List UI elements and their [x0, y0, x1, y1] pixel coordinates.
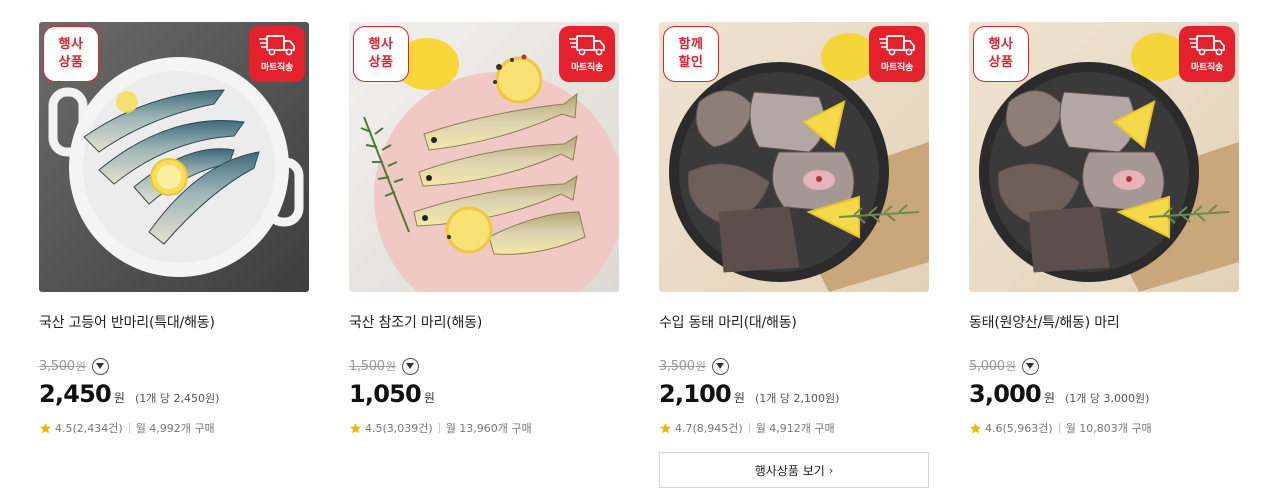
sale-price-row: 1,050 원: [349, 380, 445, 408]
event-badge-line2: 할인: [678, 55, 704, 70]
mart-delivery-badge: 마트직송: [249, 26, 305, 82]
event-badge-line1: 행사: [58, 37, 84, 52]
unit-price: (1개 당 2,450원): [134, 392, 220, 405]
price-detail-toggle[interactable]: [711, 357, 729, 375]
sale-price-row: 3,000 원 (1개 당 3,000원): [969, 380, 1149, 408]
chevron-down-icon: [1026, 363, 1035, 369]
original-price-unit: 원: [385, 360, 396, 373]
chevron-down-icon: [406, 363, 415, 369]
sale-price-unit: 원: [1043, 391, 1055, 405]
rating-text: 4.5(3,039건): [365, 422, 433, 435]
sale-price-row: 2,450 원 (1개 당 2,450원): [39, 380, 219, 408]
rating-text: 4.6(5,963건): [985, 422, 1053, 435]
monthly-purchase: 월 10,803개 구매: [1065, 422, 1152, 435]
sale-price-unit: 원: [113, 391, 125, 405]
product-card[interactable]: 행사 상품 마트직송 국산 고등어 반마리(특대/해동) 3,500 원 2,4…: [39, 22, 309, 435]
truck-icon: [259, 35, 295, 56]
original-price: 1,500: [349, 358, 385, 374]
view-event-products-label: 행사상품 보기: [754, 463, 825, 478]
unit-price: (1개 당 3,000원): [1064, 392, 1150, 405]
event-badge-line2: 상품: [368, 55, 394, 70]
event-badge-line1: 행사: [988, 37, 1014, 52]
star-icon: [350, 422, 361, 433]
truck-icon: [1189, 35, 1225, 56]
sale-price: 2,450: [39, 380, 112, 408]
chevron-down-icon: [716, 363, 725, 369]
product-title[interactable]: 동태(원양산/특/해동) 마리: [969, 312, 1120, 332]
product-title[interactable]: 수입 동태 마리(대/해동): [659, 312, 797, 332]
product-card[interactable]: 행사 상품 마트직송 동태(원양산/특/해동) 마리 5,000 원 3,000…: [969, 22, 1239, 435]
sale-price: 1,050: [349, 380, 422, 408]
mart-badge-label: 마트직송: [571, 63, 603, 73]
product-image[interactable]: 행사 상품 마트직송: [39, 22, 309, 292]
divider: [1058, 423, 1060, 433]
product-title[interactable]: 국산 고등어 반마리(특대/해동): [39, 312, 215, 332]
mart-badge-label: 마트직송: [881, 63, 913, 73]
original-price-unit: 원: [75, 360, 86, 373]
price-detail-toggle[interactable]: [1021, 357, 1039, 375]
sale-price-row: 2,100 원 (1개 당 2,100원): [659, 380, 839, 408]
original-price-row: 1,500 원: [349, 357, 419, 375]
view-event-products-button[interactable]: 행사상품 보기 ›: [659, 452, 929, 488]
original-price-unit: 원: [695, 360, 706, 373]
mart-delivery-badge: 마트직송: [869, 26, 925, 82]
event-badge-line1: 행사: [368, 37, 394, 52]
price-detail-toggle[interactable]: [401, 357, 419, 375]
mart-badge-label: 마트직송: [1191, 63, 1223, 73]
event-badge: 행사 상품: [973, 26, 1029, 82]
divider: [438, 423, 440, 433]
chevron-down-icon: [96, 363, 105, 369]
review-row: 4.5(3,039건) 월 13,960개 구매: [349, 420, 532, 436]
event-badge: 함께 할인: [663, 26, 719, 82]
review-row: 4.6(5,963건) 월 10,803개 구매: [969, 420, 1152, 436]
event-badge: 행사 상품: [43, 26, 99, 82]
monthly-purchase: 월 4,992개 구매: [135, 422, 215, 435]
event-badge-line2: 상품: [988, 55, 1014, 70]
rating-text: 4.5(2,434건): [55, 422, 123, 435]
review-row: 4.7(8,945건) 월 4,912개 구매: [659, 420, 835, 436]
mart-delivery-badge: 마트직송: [1179, 26, 1235, 82]
original-price: 3,500: [39, 358, 75, 374]
divider: [128, 423, 130, 433]
monthly-purchase: 월 4,912개 구매: [755, 422, 835, 435]
mart-badge-label: 마트직송: [261, 63, 293, 73]
sale-price: 3,000: [969, 380, 1042, 408]
product-title[interactable]: 국산 참조기 마리(해동): [349, 312, 482, 332]
event-badge-line1: 함께: [678, 37, 704, 52]
sale-price-unit: 원: [423, 391, 435, 405]
monthly-purchase: 월 13,960개 구매: [445, 422, 532, 435]
rating-text: 4.7(8,945건): [675, 422, 743, 435]
truck-icon: [569, 35, 605, 56]
sale-price-unit: 원: [733, 391, 745, 405]
product-image[interactable]: 행사 상품 마트직송: [969, 22, 1239, 292]
original-price: 5,000: [969, 358, 1005, 374]
product-image[interactable]: 함께 할인 마트직송: [659, 22, 929, 292]
product-card[interactable]: 함께 할인 마트직송 수입 동태 마리(대/해동) 3,500 원 2,100 …: [659, 22, 929, 435]
event-badge-line2: 상품: [58, 55, 84, 70]
unit-price: (1개 당 2,100원): [754, 392, 840, 405]
product-image[interactable]: 행사 상품 마트직송: [349, 22, 619, 292]
original-price-row: 3,500 원: [39, 357, 109, 375]
star-icon: [660, 422, 671, 433]
original-price-unit: 원: [1005, 360, 1016, 373]
product-card[interactable]: 행사 상품 마트직송 국산 참조기 마리(해동) 1,500 원 1,050 원…: [349, 22, 619, 435]
price-detail-toggle[interactable]: [91, 357, 109, 375]
mart-delivery-badge: 마트직송: [559, 26, 615, 82]
original-price: 3,500: [659, 358, 695, 374]
original-price-row: 5,000 원: [969, 357, 1039, 375]
review-row: 4.5(2,434건) 월 4,992개 구매: [39, 420, 215, 436]
truck-icon: [879, 35, 915, 56]
chevron-right-icon: ›: [828, 463, 834, 477]
original-price-row: 3,500 원: [659, 357, 729, 375]
divider: [748, 423, 750, 433]
star-icon: [970, 422, 981, 433]
event-badge: 행사 상품: [353, 26, 409, 82]
sale-price: 2,100: [659, 380, 732, 408]
star-icon: [40, 422, 51, 433]
